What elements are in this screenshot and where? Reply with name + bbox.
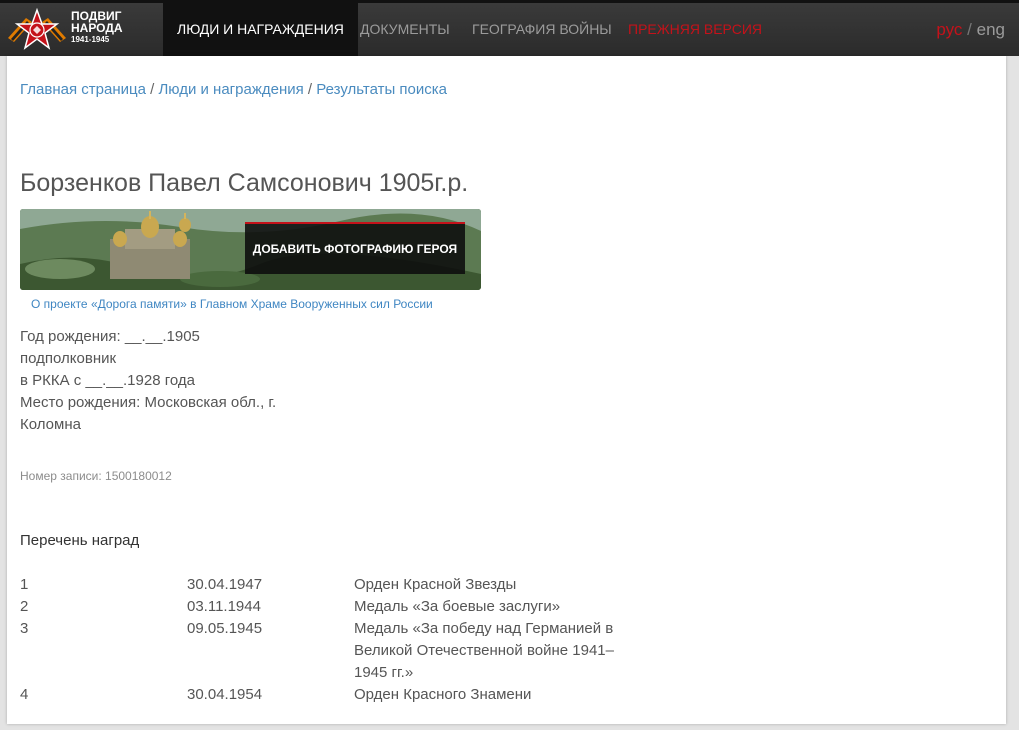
award-date: 30.04.1954 [187,686,263,703]
nav-old-version[interactable]: ПРЕЖНЯЯ ВЕРСИЯ [628,3,762,56]
service-start: в РККА с __.__.1928 года [20,372,195,389]
award-row[interactable]: 4 30.04.1954 Орден Красного Знамени [20,684,660,706]
logo-text: ПОДВИГ НАРОДА 1941-1945 [71,10,123,45]
award-number: 2 [20,598,29,615]
birthplace-line1: Место рождения: Московская обл., г. [20,394,277,411]
memory-road-link[interactable]: О проекте «Дорога памяти» в Главном Храм… [31,297,433,311]
award-number: 4 [20,686,29,703]
record-number: Номер записи: 1500180012 [20,469,172,483]
awards-heading: Перечень наград [20,532,140,549]
breadcrumb-separator: / [303,81,317,98]
awards-list: 1 30.04.1947 Орден Красной Звезды 2 03.1… [20,574,660,706]
award-name: Орден Красной Звезды [354,576,517,593]
logo-years: 1941-1945 [71,35,110,44]
nav-documents[interactable]: ДОКУМЕНТЫ [360,3,450,56]
birth-year: Год рождения: __.__.1905 [20,328,200,345]
person-info: Год рождения: __.__.1905 подполковник в … [20,326,276,436]
nav-people-awards[interactable]: ЛЮДИ И НАГРАЖДЕНИЯ [163,3,358,56]
memory-road-banner[interactable]: ДОБАВИТЬ ФОТОГРАФИЮ ГЕРОЯ [20,209,481,290]
award-row[interactable]: 3 09.05.1945 Медаль «За победу над Герма… [20,618,660,684]
award-date: 09.05.1945 [187,620,263,637]
breadcrumb: Главная страница / Люди и награждения / … [20,81,447,98]
lang-separator: / [967,20,972,39]
award-row[interactable]: 2 03.11.1944 Медаль «За боевые заслуги» [20,596,660,618]
add-hero-photo-button[interactable]: ДОБАВИТЬ ФОТОГРАФИЮ ГЕРОЯ [245,222,465,274]
breadcrumb-home[interactable]: Главная страница [20,81,146,98]
breadcrumb-results[interactable]: Результаты поиска [316,81,447,98]
award-name: Медаль «За боевые заслуги» [354,598,561,615]
award-name: Орден Красного Знамени [354,686,532,703]
award-row[interactable]: 1 30.04.1947 Орден Красной Звезды [20,574,660,596]
site-logo[interactable]: ПОДВИГ НАРОДА 1941-1945 [6,6,146,54]
breadcrumb-people[interactable]: Люди и награждения [158,81,303,98]
logo-line2: НАРОДА [71,21,123,35]
language-switcher: рус / eng [936,3,1005,56]
award-date: 03.11.1944 [187,598,261,615]
content-panel: Главная страница / Люди и награждения / … [7,56,1006,724]
soviet-star-ribbon-icon [8,8,66,50]
award-number: 1 [20,576,29,593]
award-name: Медаль «За победу над Германией в Велико… [354,620,614,681]
breadcrumb-separator: / [145,81,159,98]
lang-en[interactable]: eng [977,20,1005,39]
lang-ru[interactable]: рус [936,20,962,39]
award-date: 30.04.1947 [187,576,263,593]
nav-war-geography[interactable]: ГЕОГРАФИЯ ВОЙНЫ [472,3,612,56]
birthplace-line2: Коломна [20,416,81,433]
award-number: 3 [20,620,29,637]
page-title: Борзенков Павел Самсонович 1905г.р. [20,169,469,197]
top-navigation-bar: ПОДВИГ НАРОДА 1941-1945 ЛЮДИ И НАГРАЖДЕН… [0,0,1019,56]
military-rank: подполковник [20,350,117,367]
